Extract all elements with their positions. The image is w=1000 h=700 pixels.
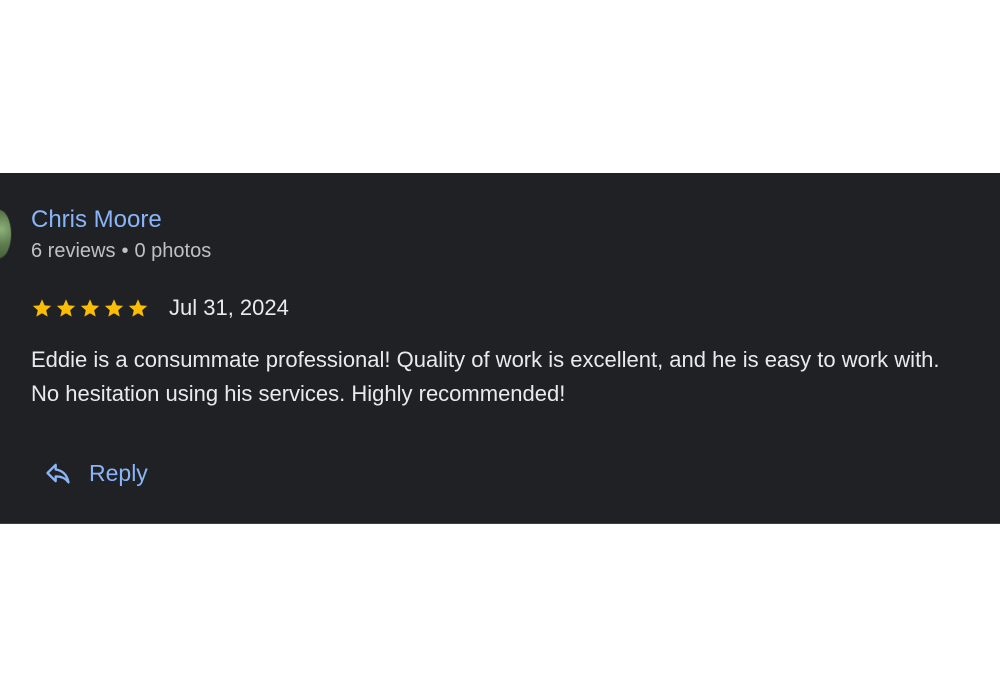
reviewer-name[interactable]: Chris Moore: [31, 206, 162, 234]
reviewer-avatar[interactable]: [0, 209, 12, 259]
review-card: Chris Moore 6 reviews • 0 photos Jul 31, 2…: [0, 173, 1000, 524]
review-text-line: Eddie is a consummate professional! Qual…: [31, 347, 940, 372]
review-text-line: No hesitation using his services. Highly…: [31, 381, 566, 406]
star-icon: [104, 299, 124, 317]
review-date: Jul 31, 2024: [169, 295, 289, 320]
rating-row: Jul 31, 2024: [31, 293, 289, 323]
reviewer-stats: 6 reviews • 0 photos: [31, 240, 211, 263]
reviews-count: 6 reviews: [31, 240, 116, 262]
star-rating: [31, 297, 149, 319]
reply-button[interactable]: Reply: [44, 453, 148, 493]
star-icon: [128, 299, 148, 317]
star-icon: [80, 299, 100, 317]
stats-separator: •: [121, 240, 129, 262]
photos-count: 0 photos: [134, 240, 212, 262]
star-icon: [56, 299, 76, 317]
star-icon: [32, 299, 52, 317]
reply-label: Reply: [89, 459, 148, 486]
reply-arrow-icon: [46, 463, 70, 484]
review-text: Eddie is a consummate professional! Qual…: [31, 343, 1000, 411]
